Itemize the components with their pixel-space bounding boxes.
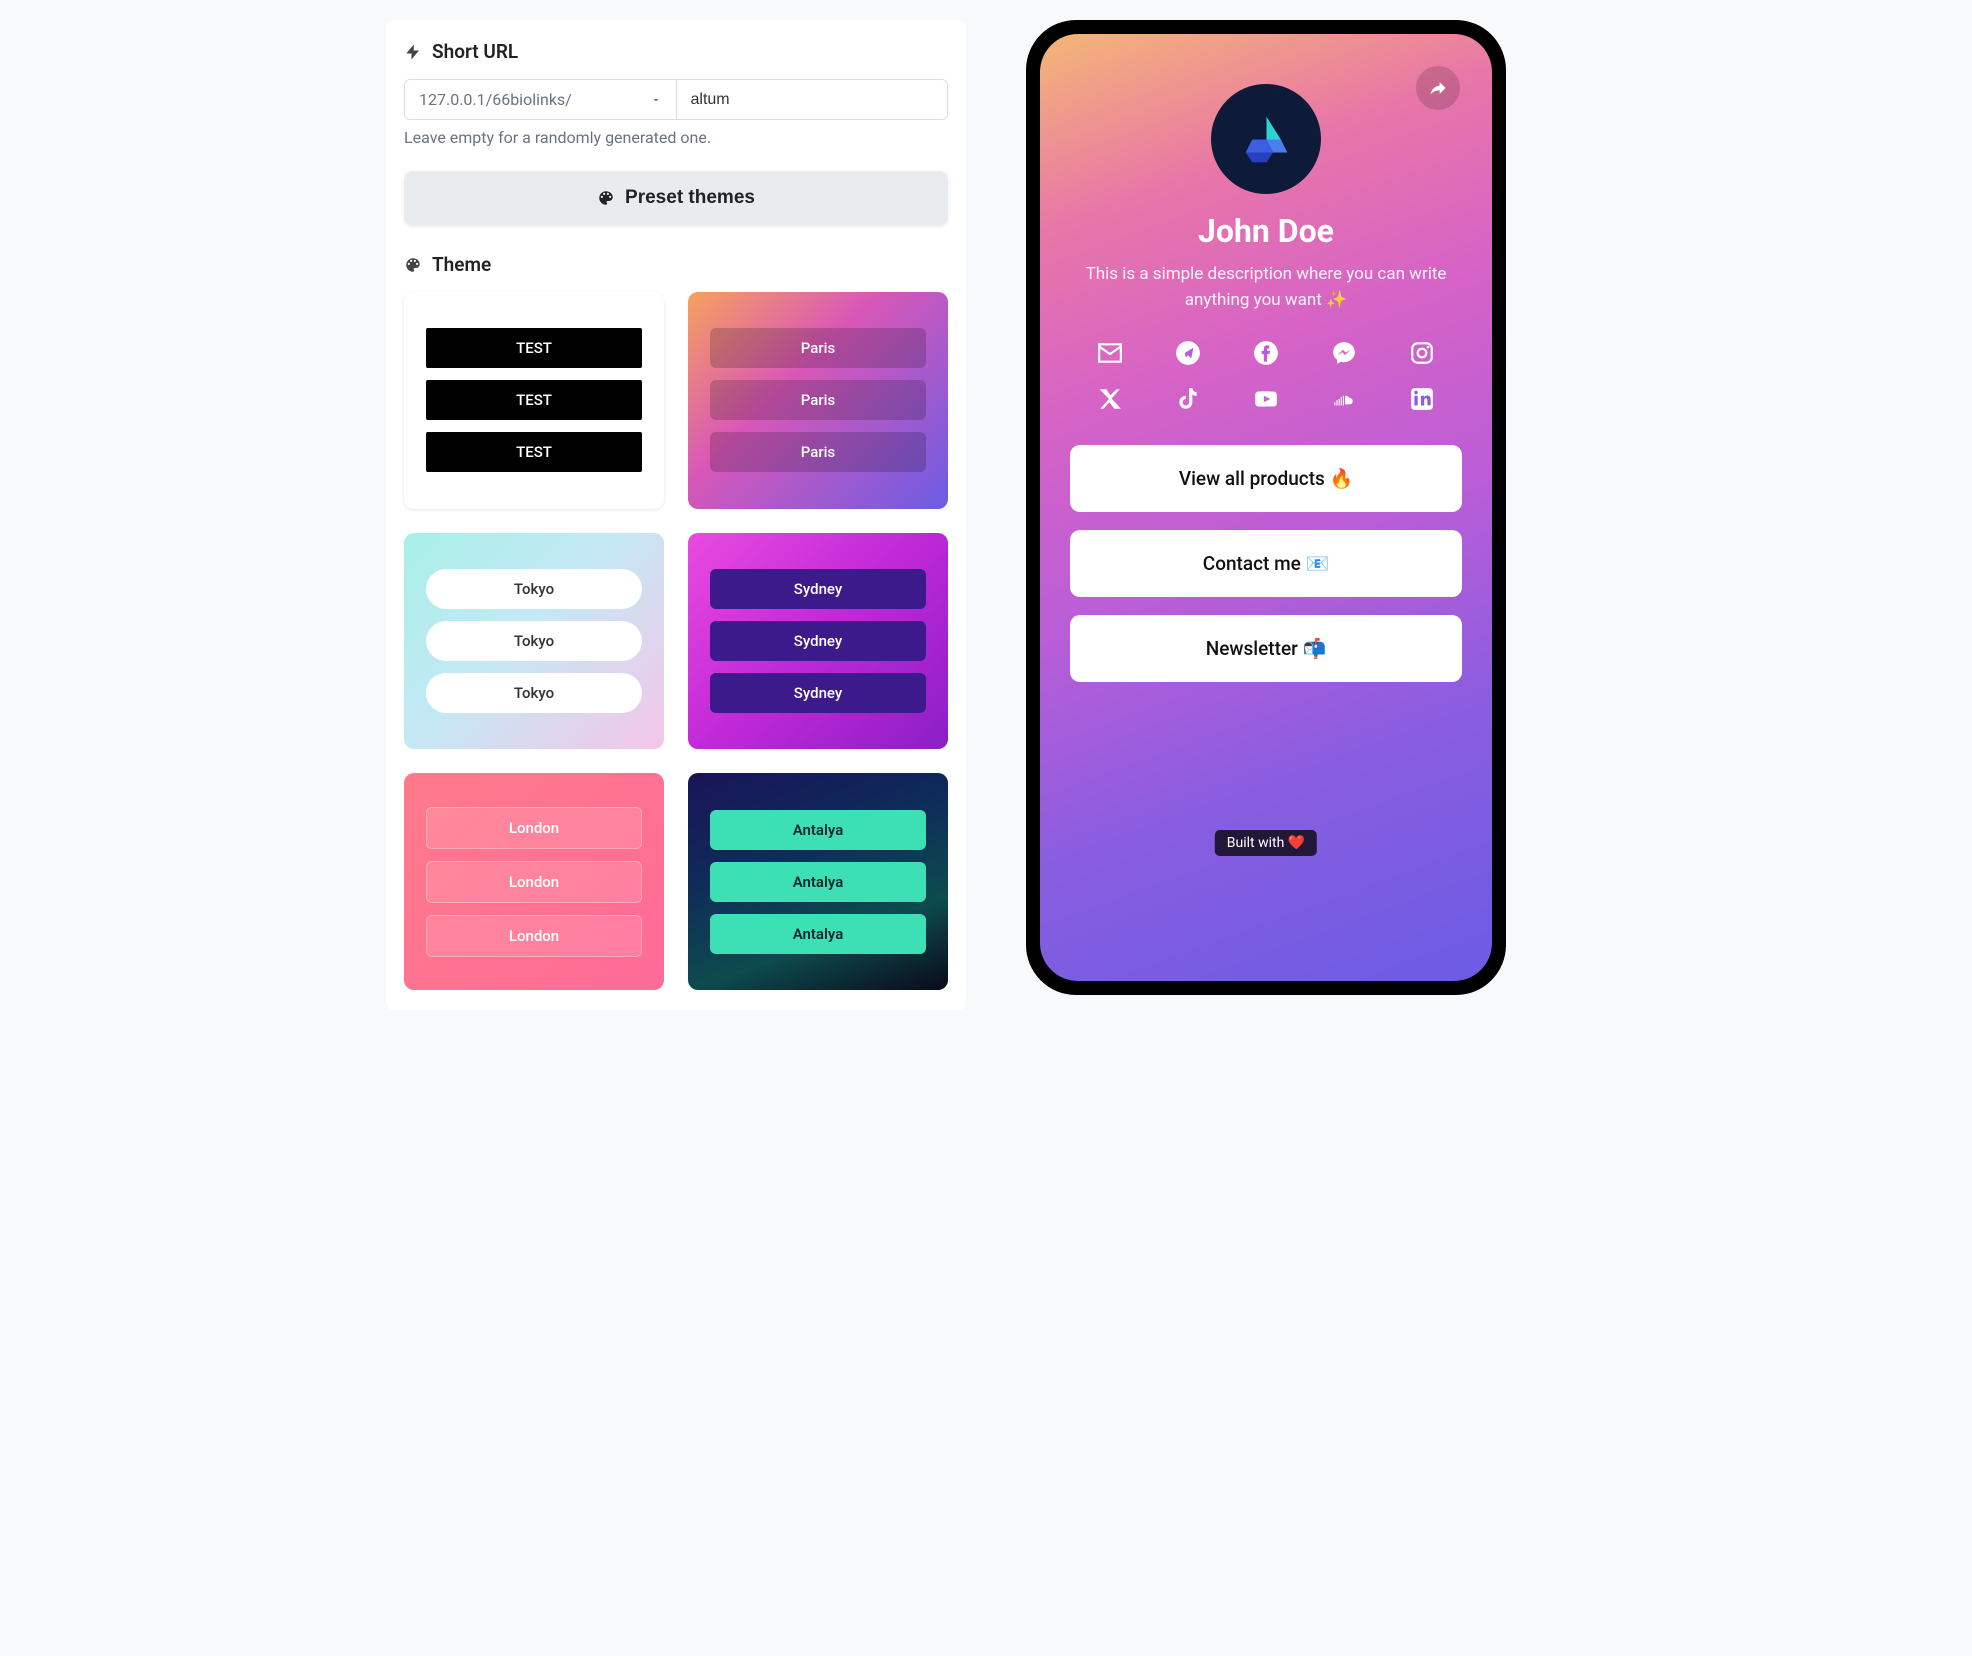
theme-row: TEST (426, 380, 642, 420)
url-prefix-dropdown[interactable]: 127.0.0.1/66biolinks/ (404, 79, 677, 120)
theme-card-4[interactable]: London London London (404, 773, 664, 990)
theme-row: Tokyo (426, 621, 642, 661)
settings-panel: Short URL 127.0.0.1/66biolinks/ Leave em… (386, 20, 966, 1010)
profile-avatar (1211, 84, 1321, 194)
social-icons-row (1070, 339, 1462, 413)
url-prefix-text: 127.0.0.1/66biolinks/ (419, 90, 572, 109)
bolt-icon (404, 43, 422, 61)
theme-row: Sydney (710, 673, 926, 713)
biolink-button-1[interactable]: Contact me 📧 (1070, 530, 1462, 597)
theme-row: Paris (710, 328, 926, 368)
url-slug-input[interactable] (677, 79, 949, 120)
theme-row: TEST (426, 328, 642, 368)
theme-card-5[interactable]: Antalya Antalya Antalya (688, 773, 948, 990)
biolink-button-2[interactable]: Newsletter 📬 (1070, 615, 1462, 682)
chevron-down-icon (650, 94, 662, 106)
theme-label: Theme (432, 253, 491, 276)
phone-preview-frame: John Doe This is a simple description wh… (1026, 20, 1506, 995)
theme-row: London (426, 915, 642, 957)
logo-icon (1234, 107, 1299, 172)
theme-header: Theme (404, 253, 948, 276)
theme-row: Paris (710, 432, 926, 472)
theme-card-3[interactable]: Sydney Sydney Sydney (688, 533, 948, 750)
profile-description: This is a simple description where you c… (1070, 262, 1462, 313)
preset-themes-button[interactable]: Preset themes (404, 171, 948, 225)
theme-card-2[interactable]: Tokyo Tokyo Tokyo (404, 533, 664, 750)
soundcloud-icon[interactable] (1316, 385, 1372, 413)
short-url-label: Short URL (432, 40, 518, 63)
youtube-icon[interactable] (1238, 385, 1294, 413)
theme-card-0[interactable]: TEST TEST TEST (404, 292, 664, 509)
phone-screen: John Doe This is a simple description wh… (1040, 34, 1492, 981)
telegram-icon[interactable] (1160, 339, 1216, 367)
short-url-header: Short URL (404, 40, 948, 63)
url-hint: Leave empty for a randomly generated one… (404, 128, 948, 147)
profile-name: John Doe (1070, 212, 1462, 250)
share-button[interactable] (1416, 66, 1460, 110)
palette-icon (597, 189, 615, 207)
theme-row: Sydney (710, 621, 926, 661)
messenger-icon[interactable] (1316, 339, 1372, 367)
email-icon[interactable] (1082, 339, 1138, 367)
tiktok-icon[interactable] (1160, 385, 1216, 413)
theme-row: Antalya (710, 914, 926, 954)
x-icon[interactable] (1082, 385, 1138, 413)
theme-row: London (426, 861, 642, 903)
built-with-badge: Built with ❤️ (1215, 830, 1317, 856)
theme-row: TEST (426, 432, 642, 472)
theme-row: Sydney (710, 569, 926, 609)
theme-card-1[interactable]: Paris Paris Paris (688, 292, 948, 509)
theme-row: London (426, 807, 642, 849)
theme-row: Paris (710, 380, 926, 420)
theme-row: Antalya (710, 810, 926, 850)
palette-icon (404, 256, 422, 274)
instagram-icon[interactable] (1394, 339, 1450, 367)
linkedin-icon[interactable] (1394, 385, 1450, 413)
facebook-icon[interactable] (1238, 339, 1294, 367)
theme-grid: TESTTESTTESTParisParisParisTokyoTokyoTok… (404, 292, 948, 990)
theme-row: Tokyo (426, 673, 642, 713)
url-input-group: 127.0.0.1/66biolinks/ (404, 79, 948, 120)
preset-themes-label: Preset themes (625, 187, 755, 209)
biolink-button-0[interactable]: View all products 🔥 (1070, 445, 1462, 512)
theme-row: Tokyo (426, 569, 642, 609)
share-icon (1428, 78, 1448, 98)
theme-row: Antalya (710, 862, 926, 902)
